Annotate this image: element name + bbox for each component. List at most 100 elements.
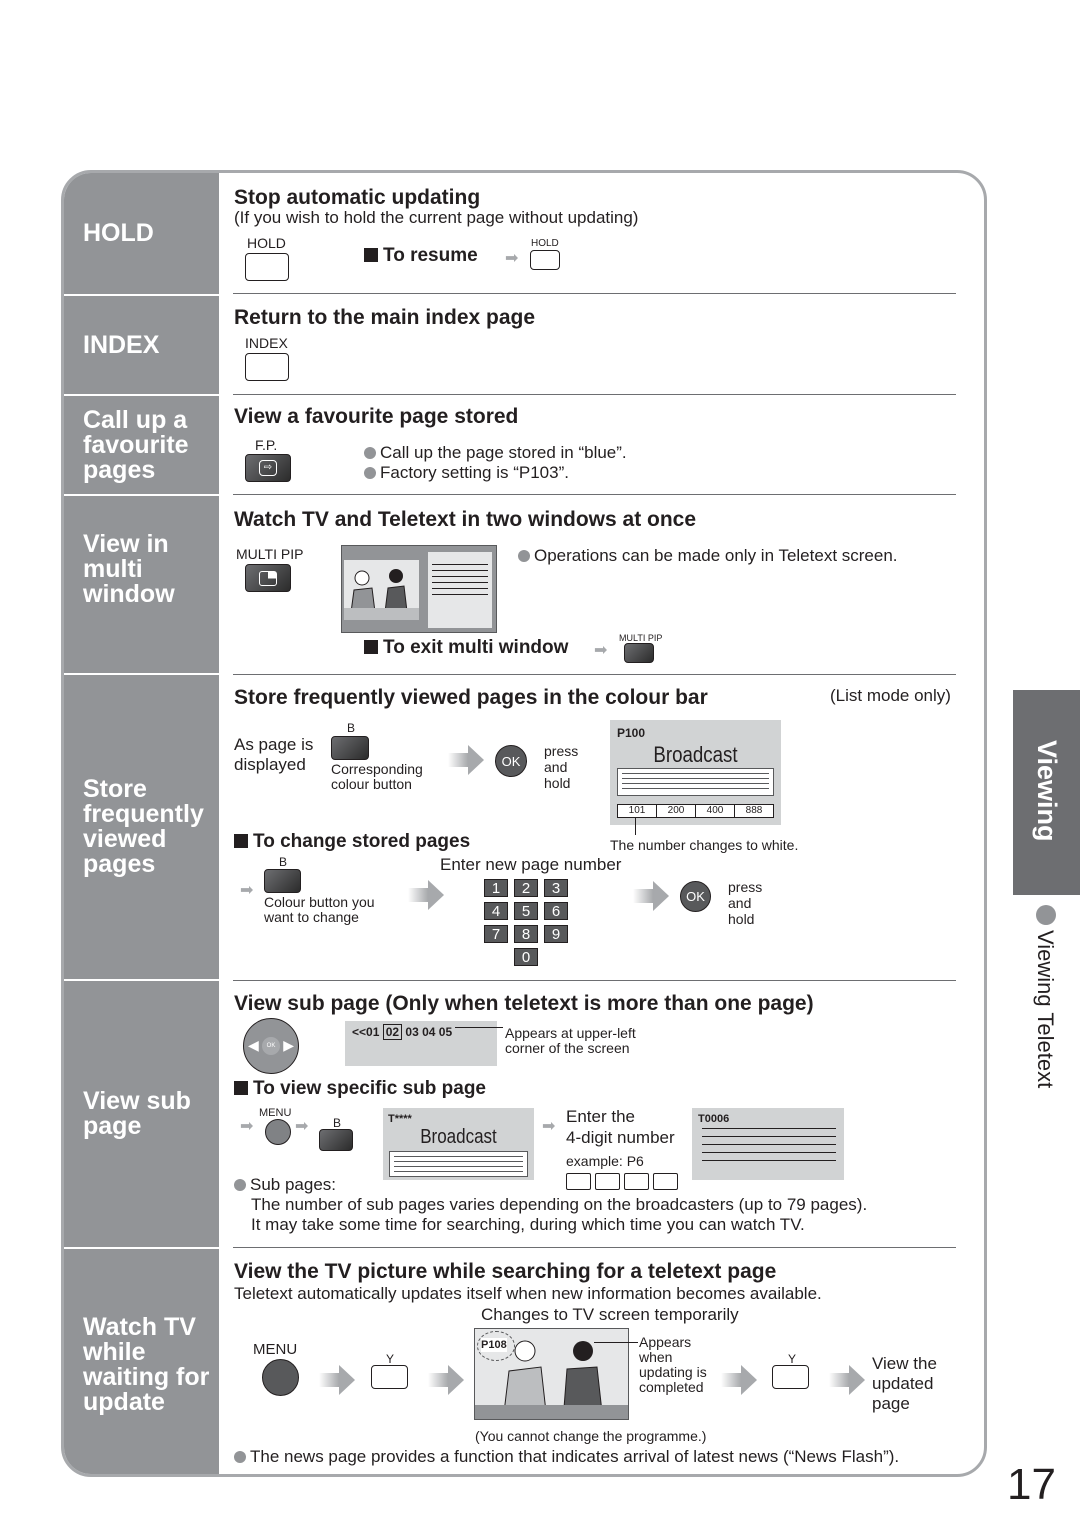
fp-button-label: F.P. (255, 437, 278, 453)
key-9[interactable]: 9 (544, 925, 568, 943)
resume-hold-button[interactable] (530, 250, 560, 270)
left-label-column: HOLD INDEX Call up a favourite pages Vie… (64, 173, 219, 1474)
appears-3: updating is (639, 1364, 707, 1380)
enter-line1: Enter the (566, 1107, 635, 1126)
appears-line1: Appears at upper-left (505, 1025, 636, 1041)
b-colour-button[interactable] (319, 1129, 353, 1151)
store-title: Store frequently viewed pages in the col… (234, 686, 708, 709)
press-hold2-1: press (728, 879, 763, 895)
key-6[interactable]: 6 (544, 902, 568, 920)
change-colour-button[interactable] (264, 869, 301, 893)
colour-bar-yellow[interactable]: 400 (696, 805, 735, 817)
key-4[interactable]: 4 (484, 902, 508, 920)
key-1[interactable]: 1 (484, 879, 508, 897)
bullet-icon (364, 467, 376, 479)
y2-button[interactable] (772, 1365, 809, 1389)
section-store: Store frequently viewed pages in the col… (233, 675, 956, 981)
section-update: View the TV picture while searching for … (233, 1248, 956, 1474)
subpage-result-screen: T0006 (692, 1108, 844, 1180)
label-hold: HOLD (64, 173, 219, 296)
specific-subpage-text: To view specific sub page (253, 1078, 486, 1099)
appears-line2: corner of the screen (505, 1040, 630, 1056)
flow-arrow-icon (829, 1365, 867, 1395)
resume-button-label: HOLD (531, 238, 559, 249)
subpage-nav: <<01 02 03 04 05 (352, 1024, 452, 1040)
page-number: 17 (1007, 1460, 1056, 1509)
bullet-icon (234, 1451, 246, 1463)
key-5[interactable]: 5 (514, 902, 538, 920)
list-mode-note: (List mode only) (830, 686, 951, 705)
sub-note-1: The number of sub pages varies depending… (251, 1195, 868, 1214)
exit-multi-pip-button[interactable] (624, 643, 654, 663)
subsection-label: Viewing Teletext (1033, 930, 1058, 1089)
press-hold-1: press (544, 743, 579, 759)
update-menu-label: MENU (253, 1341, 298, 1358)
nav-current-subpage: 02 (382, 1024, 403, 1040)
colour-bar-red[interactable]: 101 (618, 805, 657, 817)
screen-title: Broadcast (420, 1126, 497, 1148)
colour-button-b[interactable] (331, 736, 369, 760)
section-favourite: View a favourite page stored F.P. ⇨ Call… (233, 395, 956, 495)
colour-bar-blue[interactable]: 888 (735, 805, 773, 817)
ok-button[interactable]: OK (495, 745, 527, 777)
digit-box-1[interactable] (566, 1173, 591, 1190)
square-marker-icon (364, 640, 378, 654)
ok-button-2[interactable]: OK (680, 881, 711, 912)
key-8[interactable]: 8 (514, 925, 538, 943)
resume-text: To resume (383, 245, 478, 266)
digit-box-3[interactable] (624, 1173, 649, 1190)
key-7[interactable]: 7 (484, 925, 508, 943)
change-stored-label: To change stored pages (234, 831, 470, 853)
arrow-icon: ➡ (295, 1118, 309, 1135)
label-store: Store frequently viewed pages (64, 675, 219, 981)
key-0[interactable]: 0 (514, 948, 538, 966)
colour-bar: 101 200 400 888 (617, 804, 774, 818)
view-updated-1: View the (872, 1354, 937, 1373)
subpage-title: View sub page (Only when teletext is mor… (234, 992, 814, 1015)
view-updated-2: updated (872, 1374, 934, 1393)
y-key-label: Y (386, 1352, 395, 1366)
arrow-icon: ➡ (542, 1118, 556, 1135)
multi-note-text: Operations can be made only in Teletext … (534, 546, 898, 565)
menu-button[interactable] (265, 1119, 291, 1145)
left-arrow-icon[interactable]: ◀ (248, 1037, 259, 1054)
label-subpage-text: View sub page (83, 1087, 191, 1140)
y-button[interactable] (371, 1365, 408, 1389)
callout-line (594, 1342, 638, 1343)
label-store-text: Store frequently viewed pages (83, 775, 204, 878)
press-hold2-2: and (728, 895, 752, 911)
colour-bar-green[interactable]: 200 (657, 805, 696, 817)
y2-key-label: Y (788, 1352, 797, 1366)
teletext-screen-p100: P100 Broadcast 101 200 400 888 (610, 720, 781, 825)
right-arrow-icon[interactable]: ▶ (283, 1037, 294, 1054)
update-menu-button[interactable] (262, 1359, 299, 1396)
key-3[interactable]: 3 (544, 879, 568, 897)
press-hold2-3: hold (728, 911, 755, 927)
dpad-ok[interactable]: OK (262, 1037, 280, 1055)
digit-box-4[interactable] (653, 1173, 678, 1190)
fp-button[interactable]: ⇨ (245, 454, 291, 482)
square-marker-icon (364, 248, 378, 262)
menu-label: MENU (259, 1107, 292, 1119)
key-2[interactable]: 2 (514, 879, 538, 897)
multi-pip-button[interactable] (245, 564, 291, 592)
arrow-icon: ➡ (505, 250, 519, 267)
nav-prefix: <<01 (352, 1025, 380, 1039)
digit-box-2[interactable] (595, 1173, 620, 1190)
side-tab-viewing[interactable]: Viewing (1013, 690, 1080, 895)
favourite-page-icon: ⇨ (259, 460, 277, 476)
favourite-note-1-text: Call up the page stored in “blue”. (380, 443, 627, 462)
multi-pip-icon (259, 570, 277, 586)
hold-button[interactable] (245, 253, 289, 281)
direction-pad[interactable]: ◀ ▶ OK (243, 1018, 299, 1074)
update-page-code: P108 (481, 1338, 507, 1352)
flow-arrow-icon (448, 745, 486, 775)
section-multi: Watch TV and Teletext in two windows at … (233, 495, 956, 675)
bullet-icon (364, 447, 376, 459)
section-hold: Stop automatic updating (If you wish to … (233, 173, 956, 294)
index-button[interactable] (245, 353, 289, 381)
screen-page-code: P100 (617, 726, 646, 740)
teletext-window (428, 552, 492, 628)
sub-note-2: It may take some time for searching, dur… (251, 1215, 805, 1234)
change-key-label: B (279, 855, 288, 869)
